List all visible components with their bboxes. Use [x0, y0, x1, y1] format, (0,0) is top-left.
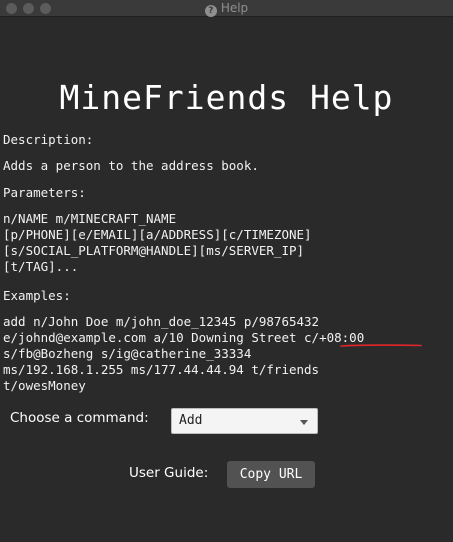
examples-label: Examples: [3, 288, 71, 303]
parameter-line: [p/PHONE][e/EMAIL][a/ADDRESS][c/TIMEZONE… [3, 227, 312, 242]
parameter-line: [t/TAG]... [3, 259, 79, 274]
command-selected-value: Add [179, 413, 203, 428]
command-label: Choose a command: [10, 410, 149, 426]
red-underline-annotation [340, 344, 422, 347]
parameters-label: Parameters: [3, 185, 86, 200]
example-line-text: e/johnd@example.com a/10 Downing Street [3, 330, 305, 345]
example-line: t/owesMoney [3, 378, 86, 393]
window-title: ? Help [0, 0, 453, 17]
help-icon: ? [204, 5, 217, 17]
example-line: ms/192.168.1.255 ms/177.44.44.94 t/frien… [3, 362, 320, 377]
window-titlebar: ? Help [0, 0, 453, 17]
page-title: MineFriends Help [59, 78, 394, 117]
parameter-line: n/NAME m/MINECRAFT_NAME [3, 211, 177, 226]
example-line: add n/John Doe m/john_doe_12345 p/987654… [3, 314, 320, 329]
description-label: Description: [3, 132, 94, 147]
user-guide-label: User Guide: [129, 465, 209, 481]
example-line: e/johnd@example.com a/10 Downing Street … [3, 330, 364, 346]
example-line: s/fb@Bozheng s/ig@catherine_33334 [3, 346, 252, 361]
description-text: Adds a person to the address book. [3, 158, 259, 173]
parameter-line: [s/SOCIAL_PLATFORM@HANDLE][ms/SERVER_IP] [3, 243, 305, 258]
window-title-text: Help [220, 1, 249, 15]
command-dropdown[interactable]: Add [171, 408, 318, 434]
chevron-down-icon [300, 420, 308, 425]
copy-url-button[interactable]: Copy URL [227, 461, 315, 488]
